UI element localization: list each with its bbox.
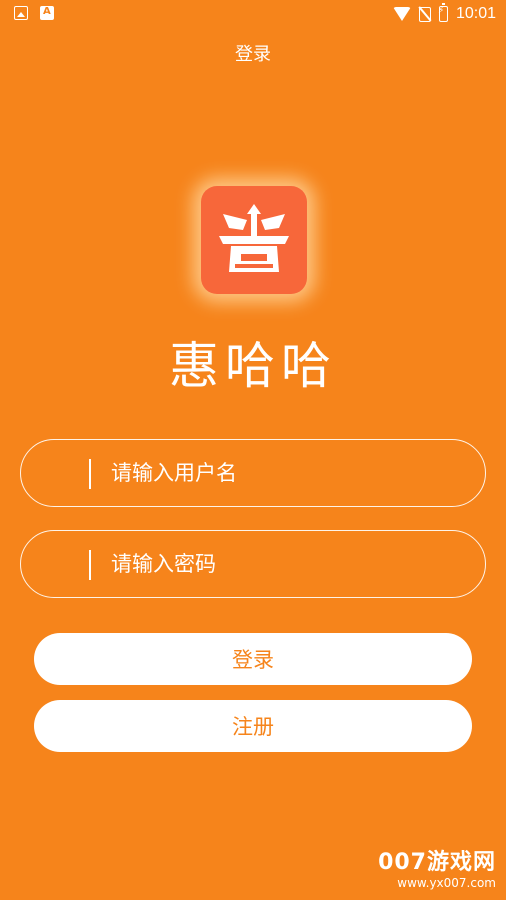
wifi-icon [392,7,411,21]
username-field[interactable] [20,439,486,507]
register-button[interactable]: 注册 [34,700,472,752]
brand-name: 惠哈哈 [169,337,337,395]
app-logo-icon [201,186,307,294]
watermark: 007游戏网 www.yx007.com [378,844,496,890]
a-icon: A [40,6,54,20]
status-bar: A 10:01 [0,0,506,28]
image-icon [14,6,28,20]
username-input[interactable] [111,440,451,506]
page-title: 登录 [235,44,271,65]
password-field[interactable] [20,530,486,598]
status-time: 10:01 [455,5,496,22]
login-button[interactable]: 登录 [34,633,472,685]
no-sim-icon [418,6,431,22]
input-divider [89,459,91,489]
battery-charging-icon [438,3,448,22]
watermark-main: 007游戏网 [378,850,496,875]
watermark-sub: www.yx007.com [397,876,496,890]
input-divider [89,550,91,580]
password-input[interactable] [111,531,451,597]
